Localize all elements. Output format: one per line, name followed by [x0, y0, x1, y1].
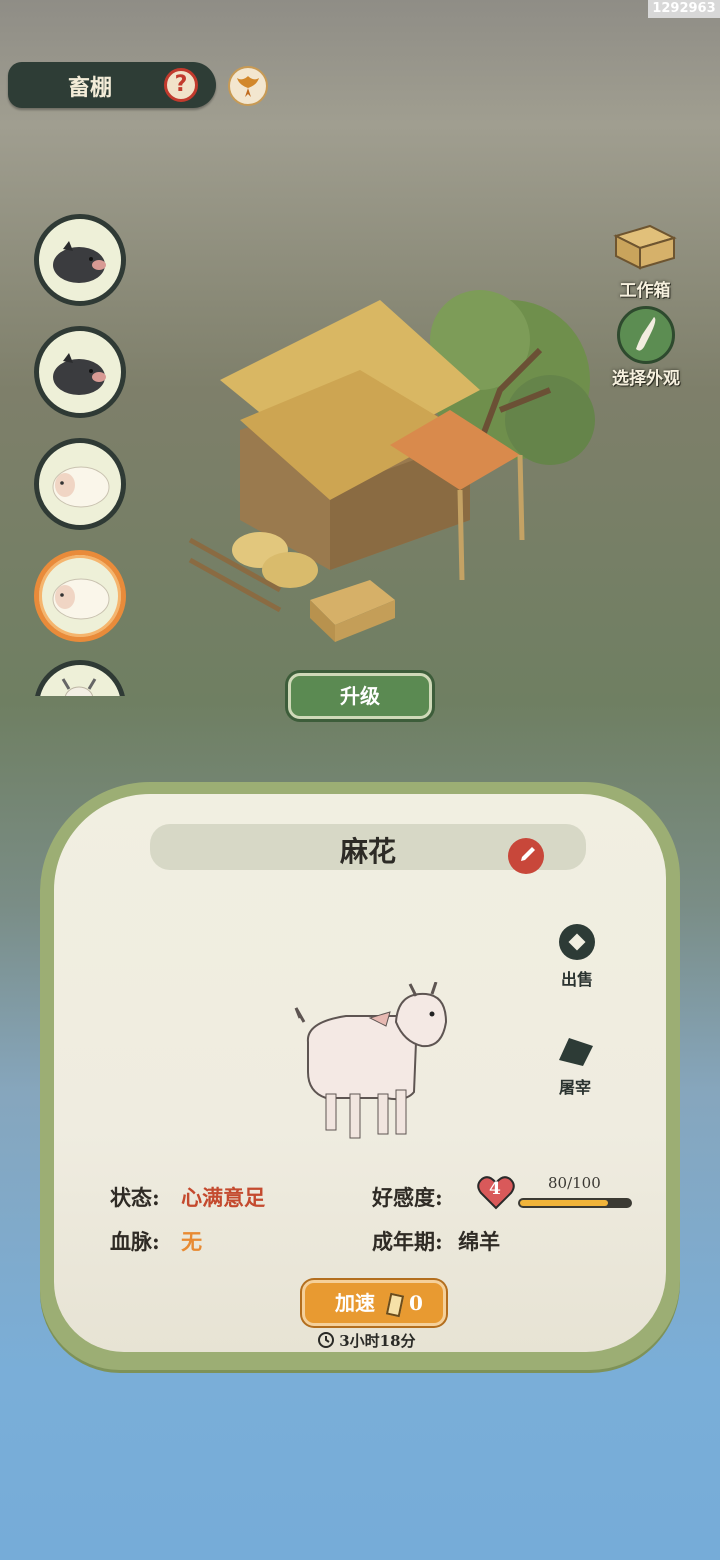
upgrade-button[interactable]: 升级: [288, 673, 432, 719]
adult-value: 绵羊: [458, 1229, 501, 1254]
clock-icon: [318, 1332, 334, 1348]
animal-slot-sheep-1[interactable]: [34, 438, 126, 530]
question-icon: ?: [174, 72, 188, 97]
bloodline-row: 血脉: 无: [110, 1226, 202, 1256]
barn-illustration[interactable]: [180, 270, 600, 650]
black-pig-icon: [53, 241, 106, 283]
affection-progress-text: 80/100: [548, 1174, 601, 1192]
goat-illustration: [294, 982, 448, 1139]
affection-progress-fill: [520, 1200, 608, 1206]
affection-level: 4: [489, 1179, 501, 1199]
goat-icon: [61, 678, 97, 696]
work-box-tool[interactable]: 工作箱: [600, 222, 690, 301]
choose-look-tool[interactable]: 选择外观: [598, 306, 694, 389]
crate-icon: [613, 224, 677, 270]
rename-button[interactable]: [508, 838, 544, 874]
animal-slot-sheep-2-selected[interactable]: [34, 550, 126, 642]
choose-look-label: 选择外观: [612, 369, 680, 389]
bloodline-value: 无: [181, 1229, 203, 1254]
phoenix-button[interactable]: [228, 66, 268, 106]
status-label: 状态:: [110, 1185, 160, 1210]
heart-badge: 4: [476, 1174, 516, 1212]
black-pig-icon: [53, 353, 106, 395]
animal-slot-goat[interactable]: [34, 660, 126, 696]
page-title: 畜棚: [68, 75, 113, 101]
animal-list[interactable]: [32, 212, 132, 696]
adult-row: 成年期: 绵羊: [372, 1226, 500, 1256]
help-button[interactable]: ?: [164, 68, 198, 102]
animal-slot-black-pig-2[interactable]: [34, 326, 126, 418]
adult-label: 成年期:: [372, 1229, 443, 1254]
sheep-icon: [52, 578, 110, 620]
panel-paper: 麻花 出售 屠宰 状态: 心满意足 血脉: 无 好感度: 4 80/100 成年…: [54, 794, 666, 1352]
sheep-icon: [52, 466, 110, 508]
affection-progress-bar: [518, 1198, 632, 1208]
animal-slot-black-pig-1[interactable]: [34, 214, 126, 306]
cleaver-icon: [559, 1038, 593, 1066]
animal-info-panel: 麻花 出售 屠宰 状态: 心满意足 血脉: 无 好感度: 4 80/100 成年…: [40, 782, 680, 1370]
affection-row: 好感度:: [372, 1182, 443, 1212]
speed-up-label: 加速: [335, 1291, 375, 1315]
timer-text: 3小时18分: [339, 1332, 416, 1350]
phoenix-icon: [237, 76, 259, 97]
speed-ticket-count: 0: [408, 1291, 423, 1315]
brush-edit-icon: [521, 847, 535, 861]
sell-action[interactable]: 出售: [552, 922, 602, 990]
brush-badge: [617, 306, 675, 364]
status-row: 状态: 心满意足: [110, 1182, 265, 1212]
status-value: 心满意足: [181, 1185, 266, 1210]
bloodline-label: 血脉:: [110, 1229, 160, 1254]
coin-icon: [559, 924, 595, 960]
slaughter-action[interactable]: 屠宰: [550, 1030, 600, 1098]
work-box-label: 工作箱: [619, 281, 671, 301]
timer: 3小时18分: [318, 1330, 416, 1351]
brush-icon: [636, 317, 656, 351]
sell-label: 出售: [560, 970, 593, 989]
slaughter-label: 屠宰: [558, 1078, 591, 1097]
speed-up-button[interactable]: 加速 0: [302, 1280, 446, 1326]
ticket-icon: [385, 1292, 405, 1317]
affection-label: 好感度:: [372, 1185, 443, 1210]
corner-id-tag: 1292963: [648, 0, 720, 18]
